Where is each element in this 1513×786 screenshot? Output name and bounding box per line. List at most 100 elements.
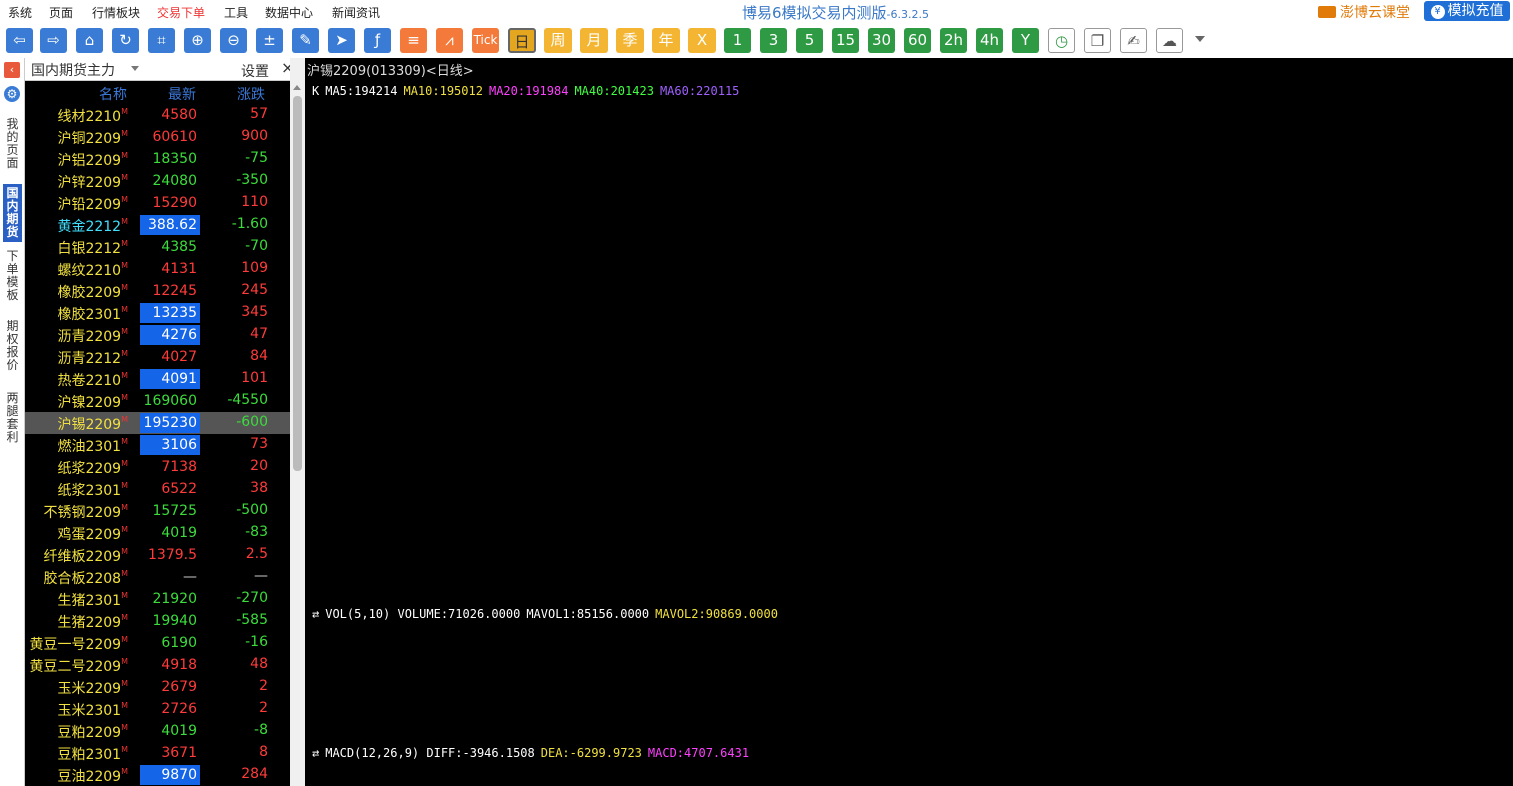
minute-button-6[interactable]: 2h: [940, 28, 967, 53]
sidebar-tab-0[interactable]: 我的页面: [3, 118, 22, 170]
cloud-icon[interactable]: ☁: [1156, 28, 1183, 53]
collapse-icon[interactable]: ‹: [4, 62, 20, 78]
sidebar-tab-2[interactable]: 下单模板: [3, 250, 22, 302]
chart-area[interactable]: ← 252250177470 → 沪锡2209(013309)<日线> K MA5…: [305, 58, 1513, 786]
watchlist-row[interactable]: 不锈钢2209M 15725 -500: [25, 500, 290, 522]
watchlist-scrollbar[interactable]: [290, 58, 305, 786]
row-name-text: 橡胶2209: [57, 285, 122, 301]
back-icon[interactable]: ⇦: [6, 28, 33, 53]
minute-button-7[interactable]: 4h: [976, 28, 1003, 53]
watchlist-row[interactable]: 沪铝2209M 18350 -75: [25, 148, 290, 170]
watchlist-row[interactable]: 胶合板2208M — —: [25, 566, 290, 588]
watchlist-row[interactable]: 螺纹2210M 4131 109: [25, 258, 290, 280]
watchlist-row[interactable]: 燃油2301M 3106 73: [25, 434, 290, 456]
period-button-3[interactable]: 季: [616, 28, 644, 53]
watchlist-row[interactable]: 白银2212M 4385 -70: [25, 236, 290, 258]
calc-icon[interactable]: ±: [256, 28, 283, 53]
watchlist-row[interactable]: 鸡蛋2209M 4019 -83: [25, 522, 290, 544]
watchlist-row[interactable]: 玉米2301M 2726 2: [25, 698, 290, 720]
sidebar-tab-4[interactable]: 两腿套利: [3, 392, 22, 444]
minute-button-2[interactable]: 5: [796, 28, 823, 53]
watchlist-row[interactable]: 沪铅2209M 15290 110: [25, 192, 290, 214]
home-icon[interactable]: ⌂: [76, 28, 103, 53]
row-price: 24080: [152, 173, 197, 189]
watchlist-row[interactable]: 热卷2210M 4091 101: [25, 368, 290, 390]
edit-icon[interactable]: ✍: [1120, 28, 1147, 53]
zoom-out-icon[interactable]: ⊖: [220, 28, 247, 53]
menu-item-5[interactable]: 数据中心: [265, 4, 313, 21]
minute-button-5[interactable]: 60: [904, 28, 931, 53]
watchlist-row[interactable]: 沥青2212M 4027 84: [25, 346, 290, 368]
tick-button[interactable]: Tick: [472, 28, 499, 53]
refresh-icon[interactable]: ↻: [112, 28, 139, 53]
watchlist-row[interactable]: 黄金2212M 388.62 -1.60: [25, 214, 290, 236]
watchlist-row[interactable]: 纸浆2301M 6522 38: [25, 478, 290, 500]
watchlist-row[interactable]: 黄豆一号2209M 6190 -16: [25, 632, 290, 654]
row-price: 6522: [161, 481, 197, 497]
forward-icon[interactable]: ⇨: [40, 28, 67, 53]
more-icon[interactable]: [1195, 36, 1205, 42]
kline-chart[interactable]: ← 252250177470 →: [305, 58, 1513, 786]
pencil-icon[interactable]: ✎: [292, 28, 319, 53]
watchlist-row[interactable]: 线材2210M 4580 57: [25, 104, 290, 126]
chevron-down-icon[interactable]: [131, 66, 139, 71]
list-icon[interactable]: ≡: [400, 28, 427, 53]
crop-icon[interactable]: ⌗: [148, 28, 175, 53]
watchlist-row[interactable]: 沪锌2209M 24080 -350: [25, 170, 290, 192]
watchlist-row[interactable]: 生猪2301M 21920 -270: [25, 588, 290, 610]
scroll-up-icon[interactable]: [293, 85, 301, 90]
scrollbar-thumb[interactable]: [293, 96, 302, 471]
row-name-text: 不锈钢2209: [43, 505, 122, 521]
sidebar-tab-3[interactable]: 期权报价: [3, 320, 22, 372]
minute-button-4[interactable]: 30: [868, 28, 895, 53]
watchlist-row[interactable]: 沥青2209M 4276 47: [25, 324, 290, 346]
watchlist-row[interactable]: 橡胶2301M 13235 345: [25, 302, 290, 324]
watchlist-row[interactable]: 纸浆2209M 7138 20: [25, 456, 290, 478]
period-button-1[interactable]: 周: [544, 28, 572, 53]
period-button-4[interactable]: 年: [652, 28, 680, 53]
watchlist-row[interactable]: 豆粕2209M 4019 -8: [25, 720, 290, 742]
watchlist-row[interactable]: 生猪2209M 19940 -585: [25, 610, 290, 632]
layers-icon[interactable]: ❐: [1084, 28, 1111, 53]
menu-item-3[interactable]: 交易下单: [157, 4, 205, 21]
row-change: 84: [250, 348, 268, 364]
cursor-icon[interactable]: ➤: [328, 28, 355, 53]
period-button-5[interactable]: X: [688, 28, 716, 53]
col-header-name[interactable]: 名称: [99, 84, 127, 104]
formula-icon[interactable]: ƒ: [364, 28, 391, 53]
row-price: —: [183, 569, 197, 585]
volume-legend: ⇄ VOL(5,10) VOLUME:71026.0000 MAVOL1:85156…: [312, 607, 784, 621]
col-header-price[interactable]: 最新: [168, 84, 196, 104]
minute-button-8[interactable]: Y: [1012, 28, 1039, 53]
watchlist-row[interactable]: 沪锡2209M 195230 -600: [25, 412, 290, 434]
menu-item-2[interactable]: 行情板块: [92, 4, 140, 21]
sidebar-tab-1[interactable]: 国内期货: [3, 184, 22, 242]
watchlist-row[interactable]: 纤维板2209M 1379.5 2.5: [25, 544, 290, 566]
row-name: 黄金2212M: [57, 216, 128, 236]
watchlist-row[interactable]: 豆油2209M 9870 284: [25, 764, 290, 786]
watchlist-row[interactable]: 玉米2209M 2679 2: [25, 676, 290, 698]
minute-button-0[interactable]: 1: [724, 28, 751, 53]
watchlist-settings-button[interactable]: 设置: [241, 61, 269, 81]
sim-recharge-button[interactable]: ¥ 模拟充值: [1424, 1, 1510, 21]
minute-button-3[interactable]: 15: [832, 28, 859, 53]
menu-item-4[interactable]: 工具: [224, 4, 248, 21]
menu-item-6[interactable]: 新闻资讯: [332, 4, 380, 21]
minute-button-1[interactable]: 3: [760, 28, 787, 53]
menu-item-0[interactable]: 系统: [8, 4, 32, 21]
period-button-2[interactable]: 月: [580, 28, 608, 53]
watchlist-row[interactable]: 沪镍2209M 169060 -4550: [25, 390, 290, 412]
watchlist-row[interactable]: 黄豆二号2209M 4918 48: [25, 654, 290, 676]
course-link[interactable]: 澎博云课堂: [1318, 2, 1410, 22]
clock-icon[interactable]: ◷: [1048, 28, 1075, 53]
watchlist-row[interactable]: 沪铜2209M 60610 900: [25, 126, 290, 148]
period-button-0[interactable]: 日: [508, 28, 536, 53]
zoom-in-icon[interactable]: ⊕: [184, 28, 211, 53]
gear-icon[interactable]: ⚙: [4, 86, 20, 102]
watchlist-row[interactable]: 豆粕2301M 3671 8: [25, 742, 290, 764]
menu-item-1[interactable]: 页面: [49, 4, 73, 21]
watchlist-title[interactable]: 国内期货主力: [31, 60, 115, 80]
watchlist-row[interactable]: 橡胶2209M 12245 245: [25, 280, 290, 302]
col-header-change[interactable]: 涨跌: [237, 84, 265, 104]
chart-icon[interactable]: ⩘: [436, 28, 463, 53]
